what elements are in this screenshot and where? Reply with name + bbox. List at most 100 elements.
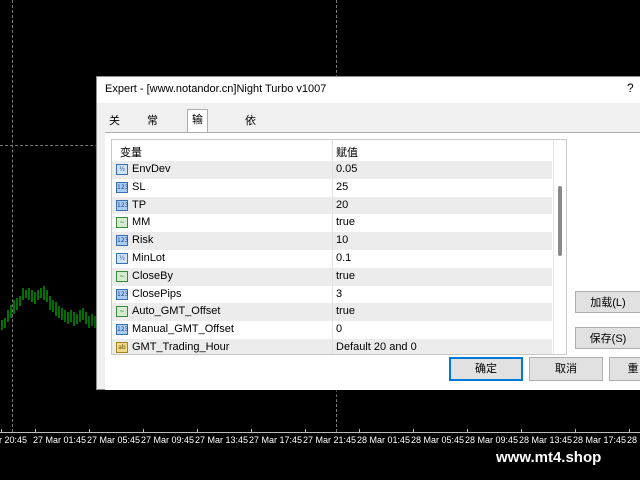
tab-inputs[interactable]: 输入参数	[187, 109, 208, 186]
time-axis-label: 27 Mar 13:45	[195, 435, 249, 445]
table-row[interactable]: 123 Risk 10	[112, 232, 552, 250]
tab-dependencies[interactable]: 依存关系	[241, 111, 260, 187]
watermark: www.mt4.shop	[496, 449, 602, 466]
ok-button[interactable]: 确定	[449, 357, 523, 381]
title-bar[interactable]: Expert - [www.notandor.cn]Night Turbo v1…	[97, 77, 640, 103]
time-axis-label: 28 Mar 05:45	[411, 435, 465, 445]
time-axis-label: 28 Mar 13:45	[519, 435, 573, 445]
table-header: 变量 赋值	[112, 140, 552, 162]
time-axis-label: 27 Mar 17:45	[249, 435, 303, 445]
parameter-value[interactable]: true	[336, 303, 355, 321]
dialog-title: Expert - [www.notandor.cn]Night Turbo v1…	[105, 83, 327, 95]
column-divider	[332, 196, 333, 215]
string-type-icon: ab	[116, 341, 128, 353]
column-divider	[332, 214, 333, 233]
table-row[interactable]: 123 Manual_GMT_Offset 0	[112, 321, 552, 339]
expert-properties-dialog: Expert - [www.notandor.cn]Night Turbo v1…	[96, 76, 640, 390]
time-axis-tick	[413, 429, 414, 433]
time-axis-label: 28 Mar 01:45	[357, 435, 411, 445]
parameter-name: EnvDev	[132, 163, 171, 175]
double-type-icon: ½	[116, 164, 128, 175]
time-axis-tick	[197, 429, 198, 433]
price-candles	[1, 286, 96, 330]
scrollbar-thumb[interactable]	[558, 186, 562, 256]
time-axis-label: 28 Mar	[627, 435, 640, 445]
time-axis: r 20:45 27 Mar 01:45 27 Mar 05:45 27 Mar 09…	[0, 429, 640, 449]
column-divider	[332, 249, 333, 268]
table-row[interactable]: ~ MM true	[112, 214, 552, 233]
parameter-value[interactable]: Default 20 and 0	[336, 339, 417, 354]
int-type-icon: 123	[116, 288, 129, 300]
time-axis-label: 27 Mar 01:45	[33, 435, 87, 445]
parameter-name: TP	[132, 198, 147, 211]
bool-type-icon: ~	[116, 270, 128, 282]
time-axis-label: 27 Mar 09:45	[141, 435, 195, 445]
column-divider	[332, 303, 333, 322]
time-axis-label: 28 Mar 09:45	[465, 435, 519, 445]
column-header-value[interactable]: 赋值	[336, 144, 358, 160]
time-axis-tick	[305, 429, 306, 433]
chart-gridline	[12, 0, 13, 432]
time-axis-tick	[467, 429, 468, 433]
column-divider	[332, 338, 333, 354]
int-type-icon: 123	[116, 181, 129, 193]
time-axis-label: r 20:45	[0, 435, 28, 445]
time-axis-tick	[143, 429, 144, 433]
column-divider[interactable]	[332, 140, 333, 161]
cancel-button[interactable]: 取消	[529, 357, 603, 381]
column-divider	[332, 178, 333, 197]
tab-common[interactable]: 常用	[143, 111, 162, 147]
time-axis-tick	[575, 429, 576, 433]
table-row[interactable]: ~ Auto_GMT_Offset true	[112, 303, 552, 322]
column-divider	[332, 267, 333, 286]
inputs-table: 变量 赋值 ½ EnvDev 0.05 123 SL 25 123 TP 20 ~ MM true 12…	[111, 139, 567, 355]
table-body: ½ EnvDev 0.05 123 SL 25 123 TP 20 ~ MM true 123 Risk 1…	[112, 161, 552, 354]
bool-type-icon: ~	[116, 306, 128, 318]
time-axis-label: 27 Mar 05:45	[87, 435, 141, 445]
bool-type-icon: ~	[116, 217, 128, 229]
parameter-value[interactable]: 20	[336, 197, 348, 215]
parameter-name: ClosePips	[132, 287, 182, 300]
time-axis-tick	[629, 429, 630, 433]
column-divider	[332, 285, 333, 304]
table-row[interactable]: 123 ClosePips 3	[112, 285, 552, 304]
table-row[interactable]: 123 SL 25	[112, 178, 552, 197]
parameter-name: Auto_GMT_Offset	[132, 305, 221, 318]
load-button[interactable]: 加载(L)	[575, 291, 640, 313]
tab-about[interactable]: 关于	[105, 111, 124, 147]
time-axis-tick	[35, 429, 36, 433]
parameter-value[interactable]: 0	[336, 321, 342, 339]
int-type-icon: 123	[116, 199, 129, 211]
time-axis-tick	[1, 429, 2, 433]
parameter-value[interactable]: 3	[336, 286, 342, 304]
table-row[interactable]: ~ CloseBy true	[112, 267, 552, 286]
parameter-value[interactable]: 0.1	[336, 250, 351, 268]
parameter-value[interactable]: true	[336, 214, 355, 232]
parameter-name: SL	[132, 180, 146, 193]
table-scrollbar[interactable]	[553, 140, 566, 354]
column-divider	[332, 161, 333, 179]
time-axis-label: 27 Mar 21:45	[303, 435, 357, 445]
table-row[interactable]: ab GMT_Trading_Hour Default 20 and 0	[112, 338, 552, 354]
table-row[interactable]: ½ EnvDev 0.05	[112, 161, 552, 179]
reset-button[interactable]: 重	[609, 357, 640, 381]
column-divider	[332, 232, 333, 250]
help-button[interactable]: ?	[627, 81, 634, 95]
parameter-name: Manual_GMT_Offset	[132, 323, 234, 336]
time-axis-tick	[521, 429, 522, 433]
save-button[interactable]: 保存(S)	[575, 327, 640, 349]
time-axis-tick	[251, 429, 252, 433]
parameter-name: GMT_Trading_Hour	[132, 340, 230, 353]
table-row[interactable]: ½ MinLot 0.1	[112, 249, 552, 268]
parameter-value[interactable]: 0.05	[336, 161, 357, 179]
parameter-name: Risk	[132, 234, 154, 247]
int-type-icon: 123	[116, 324, 129, 336]
table-row[interactable]: 123 TP 20	[112, 196, 552, 215]
parameter-value[interactable]: 10	[336, 232, 348, 250]
parameter-name: MinLot	[132, 251, 166, 264]
time-axis-tick	[359, 429, 360, 433]
parameter-value[interactable]: true	[336, 268, 355, 286]
column-header-variable[interactable]: 变量	[120, 144, 142, 160]
parameter-value[interactable]: 25	[336, 179, 348, 197]
parameter-name: MM	[132, 216, 151, 229]
